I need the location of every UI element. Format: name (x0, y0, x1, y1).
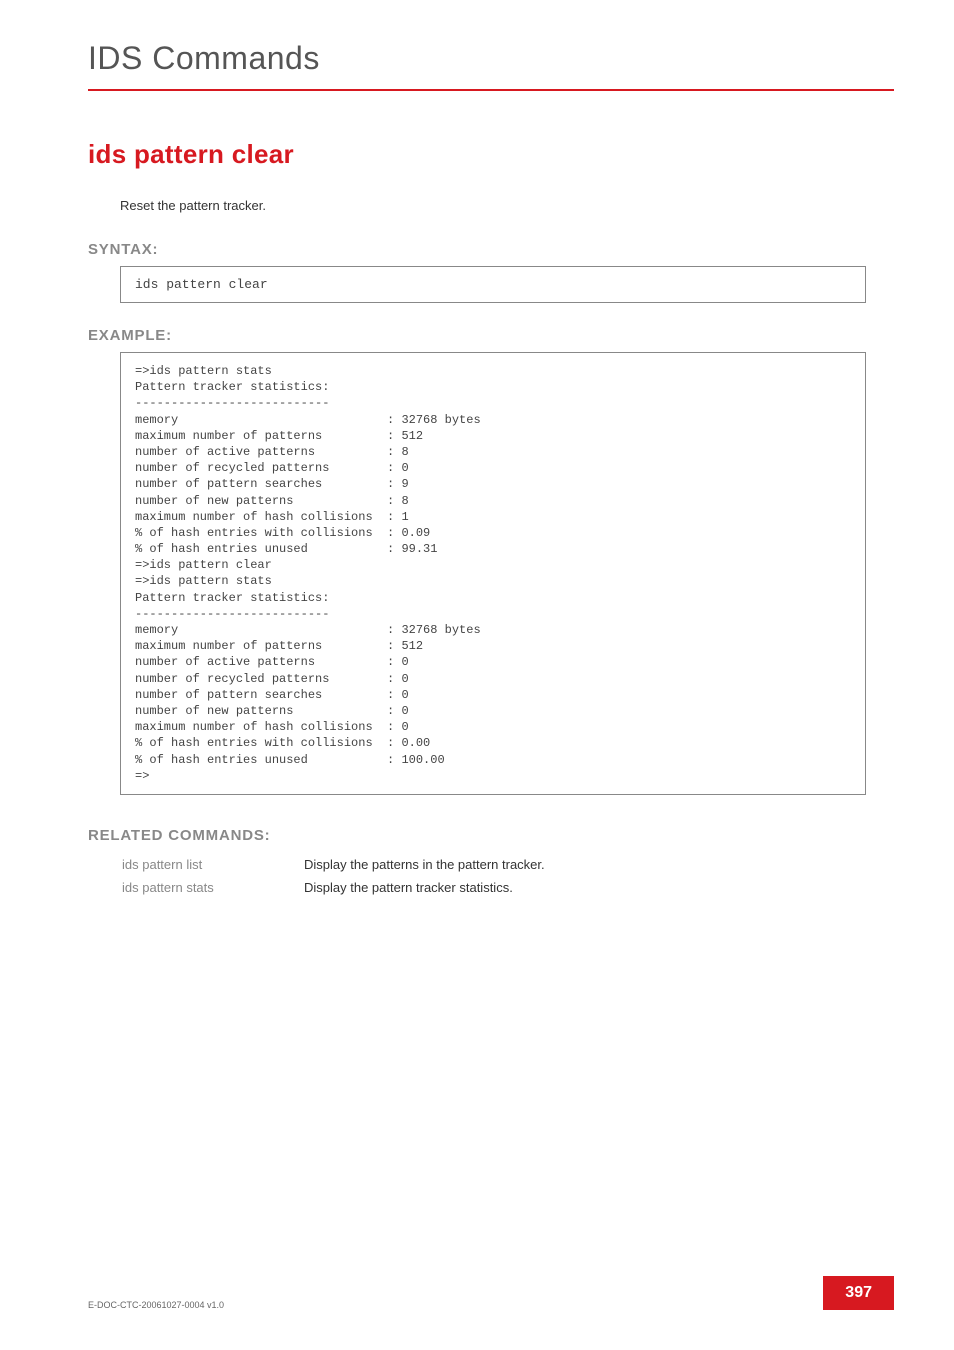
document-id: E-DOC-CTC-20061027-0004 v1.0 (88, 1300, 224, 1310)
related-command-desc: Display the patterns in the pattern trac… (304, 854, 545, 875)
table-row: ids pattern stats Display the pattern tr… (122, 877, 545, 898)
related-commands-table: ids pattern list Display the patterns in… (120, 852, 547, 900)
related-command-desc: Display the pattern tracker statistics. (304, 877, 545, 898)
syntax-label: SYNTAX: (88, 241, 866, 258)
related-command-name: ids pattern list (122, 854, 302, 875)
page-title: IDS Commands (0, 0, 954, 89)
example-label: EXAMPLE: (88, 327, 866, 344)
content-area: ids pattern clear Reset the pattern trac… (0, 139, 954, 900)
command-heading: ids pattern clear (88, 139, 866, 170)
table-row: ids pattern list Display the patterns in… (122, 854, 545, 875)
title-rule (88, 89, 894, 91)
page-number-badge: 397 (823, 1276, 894, 1310)
related-command-name: ids pattern stats (122, 877, 302, 898)
command-description: Reset the pattern tracker. (120, 198, 866, 213)
example-box: =>ids pattern stats Pattern tracker stat… (120, 352, 866, 795)
syntax-box: ids pattern clear (120, 266, 866, 303)
related-commands-label: RELATED COMMANDS: (88, 827, 866, 844)
page-footer: E-DOC-CTC-20061027-0004 v1.0 397 (88, 1276, 894, 1310)
